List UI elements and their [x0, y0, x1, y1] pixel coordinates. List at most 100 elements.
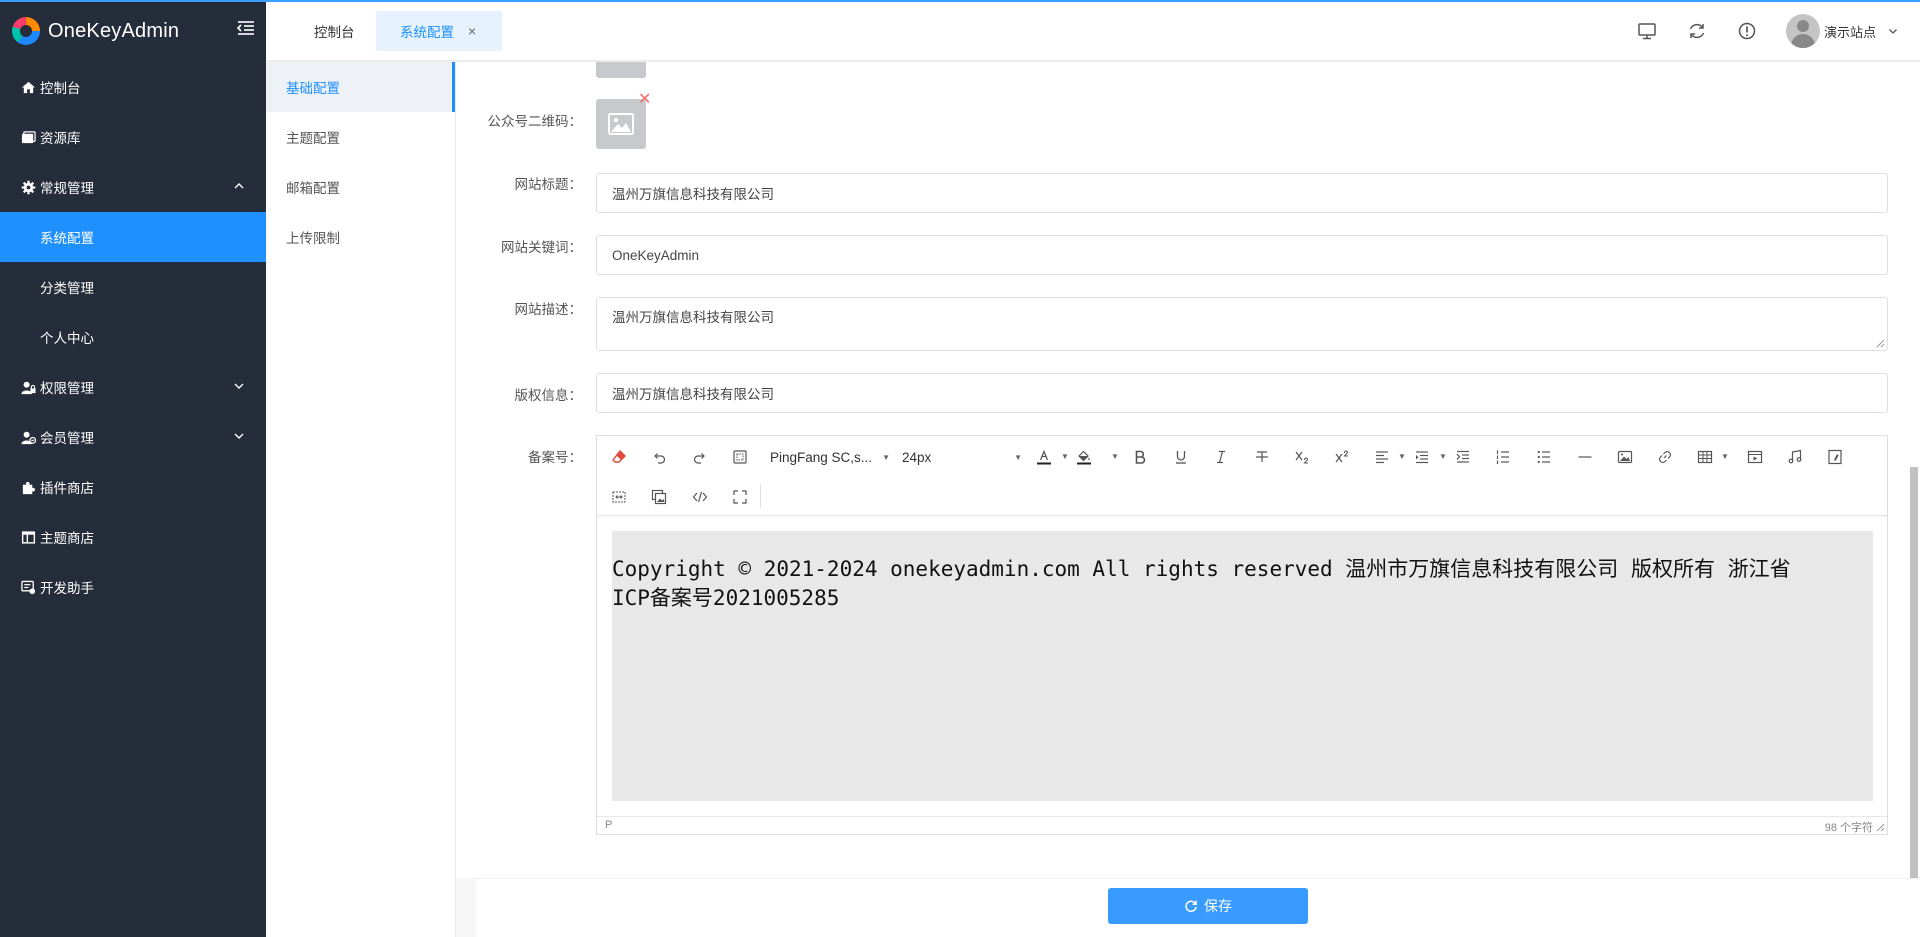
source-code-button[interactable]: [687, 484, 713, 510]
top-accent-line: [0, 0, 1920, 2]
sidebar-item-dashboard[interactable]: 控制台: [0, 62, 266, 112]
sidebar-item-dev-helper[interactable]: 开发助手: [0, 562, 266, 612]
qrcode-label: 公众号二维码：: [487, 114, 583, 129]
config-menu-label: 基础配置: [286, 81, 340, 96]
save-button[interactable]: 保存: [1108, 888, 1308, 924]
element-path[interactable]: P: [605, 819, 612, 831]
caret-down-icon[interactable]: ▼: [1439, 453, 1447, 461]
sidebar-item-label: 个人中心: [40, 331, 94, 346]
app-name: OneKeyAdmin: [48, 19, 180, 42]
users-icon: [20, 429, 36, 445]
monitor-icon[interactable]: [1636, 20, 1658, 42]
sidebar-item-general[interactable]: 常规管理: [0, 162, 266, 212]
previous-image-upload[interactable]: [596, 62, 646, 78]
table-icon: [1697, 450, 1713, 464]
strikethrough-button[interactable]: [1249, 444, 1275, 470]
tab-system-config[interactable]: 系统配置 ×: [376, 11, 502, 51]
indent-button[interactable]: [1450, 444, 1476, 470]
line-height-button[interactable]: [1409, 444, 1435, 470]
sidebar-item-label: 主题商店: [40, 531, 94, 546]
insert-file-button[interactable]: [1822, 444, 1848, 470]
bullet-list-icon: [1537, 450, 1550, 464]
description-textarea[interactable]: 温州万旗信息科技有限公司: [596, 297, 1888, 351]
sidebar-item-category[interactable]: 分类管理: [0, 262, 266, 312]
text-color-button[interactable]: [1031, 444, 1057, 470]
undo-icon: [654, 453, 666, 464]
image-icon: [1617, 450, 1633, 464]
editor-content-line: Copyright © 2021-2024 onekeyadmin.com Al…: [612, 557, 1791, 581]
link-icon: [1658, 450, 1672, 464]
keywords-input[interactable]: OneKeyAdmin: [596, 235, 1888, 275]
sidebar-item-resources[interactable]: 资源库: [0, 112, 266, 162]
caret-down-icon[interactable]: ▼: [1061, 453, 1069, 461]
resize-grip-icon[interactable]: [1876, 339, 1885, 348]
image-manager-button[interactable]: [646, 484, 672, 510]
underline-button[interactable]: [1168, 444, 1194, 470]
config-menu-theme[interactable]: 主题配置: [266, 112, 455, 162]
remove-image-icon[interactable]: ✕: [638, 92, 651, 108]
sidebar-item-system-config[interactable]: 系统配置: [0, 212, 266, 262]
fill-color-icon: [1077, 450, 1091, 465]
indent-icon: [1456, 450, 1469, 463]
anchor-button[interactable]: [606, 484, 632, 510]
user-menu[interactable]: 演示站点: [1785, 14, 1898, 48]
superscript-button[interactable]: [1329, 444, 1355, 470]
font-family-value: PingFang SC,s...: [770, 449, 873, 465]
image-gallery-icon: [651, 489, 667, 505]
site-title-value: 温州万旗信息科技有限公司: [612, 187, 774, 202]
config-menu-label: 主题配置: [286, 131, 340, 146]
resize-grip-icon[interactable]: [1876, 823, 1885, 832]
redo-button[interactable]: [687, 444, 713, 470]
insert-image-button[interactable]: [1612, 444, 1638, 470]
chevron-down-icon: [234, 383, 244, 389]
tab-close-icon[interactable]: ×: [468, 23, 476, 39]
bold-button[interactable]: [1127, 444, 1153, 470]
caret-down-icon[interactable]: ▼: [1398, 453, 1406, 461]
sidebar-item-members[interactable]: 会员管理: [0, 412, 266, 462]
home-icon: [20, 79, 36, 95]
insert-video-button[interactable]: [1742, 444, 1768, 470]
header-actions: 演示站点: [1636, 2, 1920, 60]
eraser-icon: [612, 449, 626, 463]
page-scrollbar[interactable]: [1910, 467, 1918, 879]
sidebar-item-label: 分类管理: [40, 281, 94, 296]
select-all-button[interactable]: [727, 444, 753, 470]
italic-button[interactable]: [1208, 444, 1234, 470]
font-family-select[interactable]: PingFang SC,s... ▼: [770, 444, 890, 470]
editor-content[interactable]: Copyright © 2021-2024 onekeyadmin.com Al…: [612, 531, 1873, 801]
sidebar-item-plugin-store[interactable]: 插件商店: [0, 462, 266, 512]
font-size-select[interactable]: 24px ▼: [902, 444, 1022, 470]
horizontal-rule-button[interactable]: [1572, 444, 1598, 470]
insert-audio-button[interactable]: [1782, 444, 1808, 470]
insert-link-button[interactable]: [1652, 444, 1678, 470]
align-button[interactable]: [1369, 444, 1395, 470]
insert-table-button[interactable]: [1692, 444, 1718, 470]
highlight-color-button[interactable]: [1071, 444, 1097, 470]
info-icon[interactable]: [1736, 20, 1758, 42]
caret-down-icon[interactable]: ▼: [1721, 453, 1729, 461]
sidebar-item-label: 资源库: [40, 131, 81, 146]
ordered-list-button[interactable]: [1490, 444, 1516, 470]
ordered-list-icon: [1496, 450, 1509, 464]
menu-collapse-icon[interactable]: [236, 18, 256, 38]
sidebar-item-label: 开发助手: [40, 581, 94, 596]
keywords-label: 网站关键词：: [501, 240, 582, 255]
sidebar-item-theme-store[interactable]: 主题商店: [0, 512, 266, 562]
subscript-button[interactable]: [1289, 444, 1315, 470]
footer-strip: [456, 878, 476, 937]
config-menu-basic[interactable]: 基础配置: [266, 62, 455, 112]
sidebar-item-profile[interactable]: 个人中心: [0, 312, 266, 362]
site-title-input[interactable]: 温州万旗信息科技有限公司: [596, 173, 1888, 213]
undo-button[interactable]: [646, 444, 672, 470]
code-icon: [692, 491, 708, 503]
caret-down-icon[interactable]: ▼: [1111, 453, 1119, 461]
refresh-icon[interactable]: [1686, 20, 1708, 42]
tab-dashboard[interactable]: 控制台: [314, 11, 355, 51]
sidebar-item-permissions[interactable]: 权限管理: [0, 362, 266, 412]
config-menu-upload[interactable]: 上传限制: [266, 212, 455, 262]
bullet-list-button[interactable]: [1531, 444, 1557, 470]
copyright-input[interactable]: 温州万旗信息科技有限公司: [596, 373, 1888, 413]
clear-format-button[interactable]: [606, 444, 632, 470]
fullscreen-button[interactable]: [727, 484, 753, 510]
config-menu-email[interactable]: 邮箱配置: [266, 162, 455, 212]
